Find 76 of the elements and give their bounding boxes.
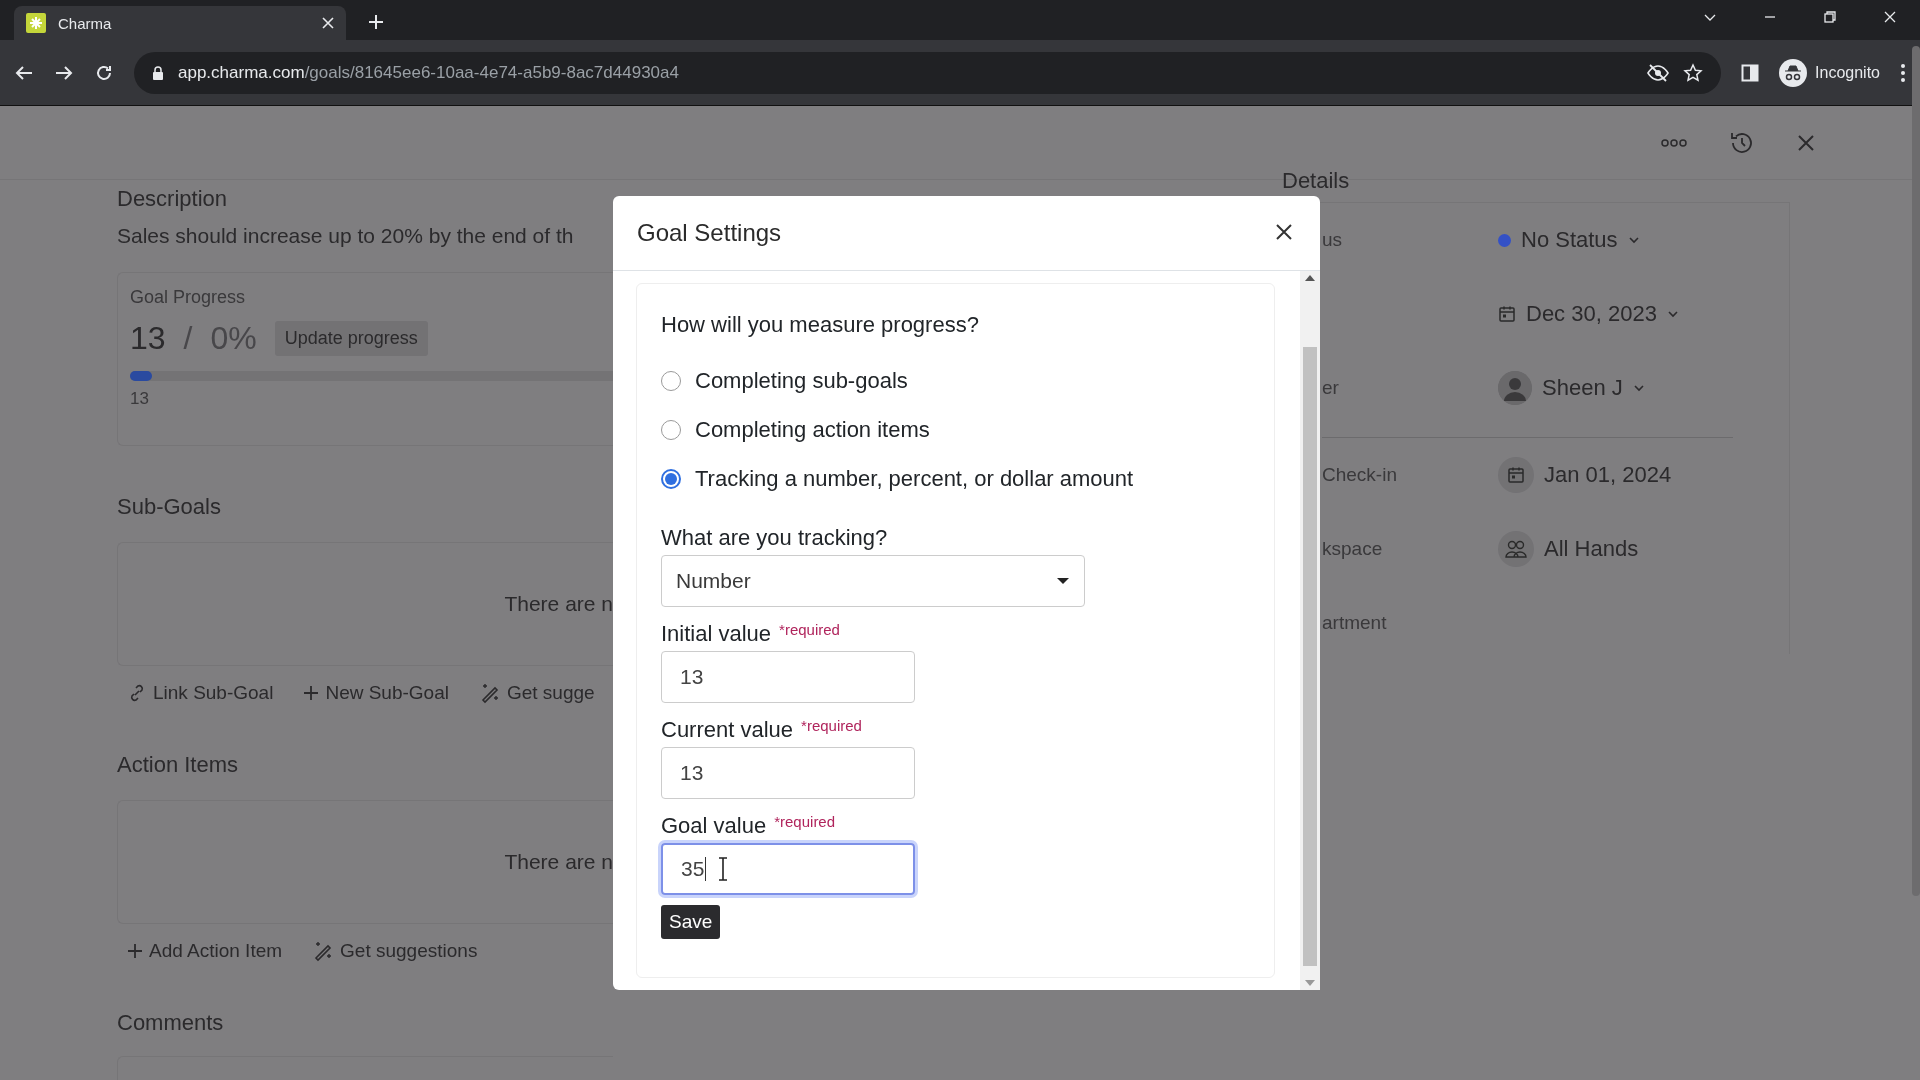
more-icon[interactable] [1661,137,1687,148]
people-icon [1505,540,1527,558]
new-tab-icon[interactable] [368,14,384,30]
detail-label: us [1322,229,1343,250]
question-text: How will you measure progress? [661,312,979,338]
field-label: Goal value [661,813,767,839]
detail-value: All Hands [1544,536,1639,562]
required-note: *required [774,813,836,830]
address-bar[interactable]: app.charma.com/goals/81645ee6-10aa-4e74-a5b9-8ac7d44930a4 [134,51,1722,94]
incognito-icon [1779,58,1808,87]
scrollbar[interactable] [1912,46,1920,896]
progress-value: 13 [130,320,166,357]
action-button[interactable]: Get suggestions [312,940,478,962]
input-field[interactable]: 35 [661,843,915,895]
section-heading: Sub-Goals [117,494,221,519]
plus-icon [127,943,143,959]
input-field[interactable]: 13 [661,747,915,799]
goal-description: Sales should increase up to 20% by the end of th [117,224,574,248]
side-panel-icon[interactable] [1741,63,1760,82]
required-note: *required [779,621,840,638]
field-label: Initial value [661,621,772,647]
owner-dropdown[interactable]: Sheen J [1498,371,1645,405]
star-icon[interactable] [1683,62,1704,83]
calendar-icon [1507,466,1525,484]
save-button[interactable]: Save [661,905,721,939]
section-heading: Action Items [117,752,239,777]
tracking-select[interactable]: Number [661,555,1085,607]
section-heading: Details [1282,170,1350,192]
dialog-title: Goal Settings [637,219,782,247]
scroll-up-icon[interactable] [1305,275,1315,281]
empty-message: There are n [504,850,613,874]
radio-option[interactable]: Tracking a number, percent, or dollar amount [661,454,1134,503]
radio-option[interactable]: Completing sub-goals [661,356,908,405]
chevron-down-icon [1666,308,1679,320]
app-logo-icon [26,13,46,33]
lock-icon [152,65,164,80]
detail-label: kspace [1322,538,1383,559]
radio-button[interactable] [661,468,681,489]
status-dropdown[interactable]: No Status [1498,227,1640,253]
date-dropdown[interactable]: Dec 30, 2023 [1498,301,1679,327]
progress-percent: 0% [210,320,257,357]
close-icon [1276,223,1292,240]
radio-option[interactable]: Completing action items [661,405,930,454]
input-field[interactable]: 13 [661,651,915,703]
plus-icon [303,685,320,701]
menu-icon[interactable] [1900,62,1906,83]
field-label: What are you tracking? [661,525,888,551]
chevron-down-icon [1627,234,1640,246]
eye-off-icon[interactable] [1647,63,1670,82]
action-button[interactable]: Get sugge [478,682,595,704]
progress-label: Goal Progress [130,287,246,308]
field-label: Current value [661,717,794,743]
detail-label: er [1322,377,1339,398]
profile-label[interactable]: Incognito [1815,63,1880,82]
browser-tab[interactable]: Charma [14,6,346,40]
url-text: app.charma.com/goals/81645ee6-10aa-4e74-a5b9-8ac7d44930a4 [178,62,680,83]
separator-text: / [183,320,193,357]
radio-button[interactable] [661,370,681,391]
empty-message: There are n [504,592,613,616]
detail-label: Check-in [1322,464,1397,485]
restore-icon[interactable] [1823,10,1837,24]
section-heading: Description [117,188,228,210]
progress-start-value: 13 [130,389,149,409]
detail-value: Jan 01, 2024 [1544,462,1672,488]
chevron-down-icon [1632,382,1645,394]
scrollbar[interactable] [1300,271,1320,990]
action-button[interactable]: New Sub-Goal [303,682,449,704]
action-button[interactable]: Add Action Item [127,940,283,962]
text-cursor-icon [718,857,728,881]
action-button[interactable]: Link Sub-Goal [127,682,274,704]
radio-button[interactable] [661,419,681,440]
required-note: *required [801,717,862,734]
detail-label: artment [1322,612,1387,633]
calendar-icon [1498,305,1516,323]
caret-icon [1056,577,1070,585]
section-heading: Comments [117,1010,224,1035]
